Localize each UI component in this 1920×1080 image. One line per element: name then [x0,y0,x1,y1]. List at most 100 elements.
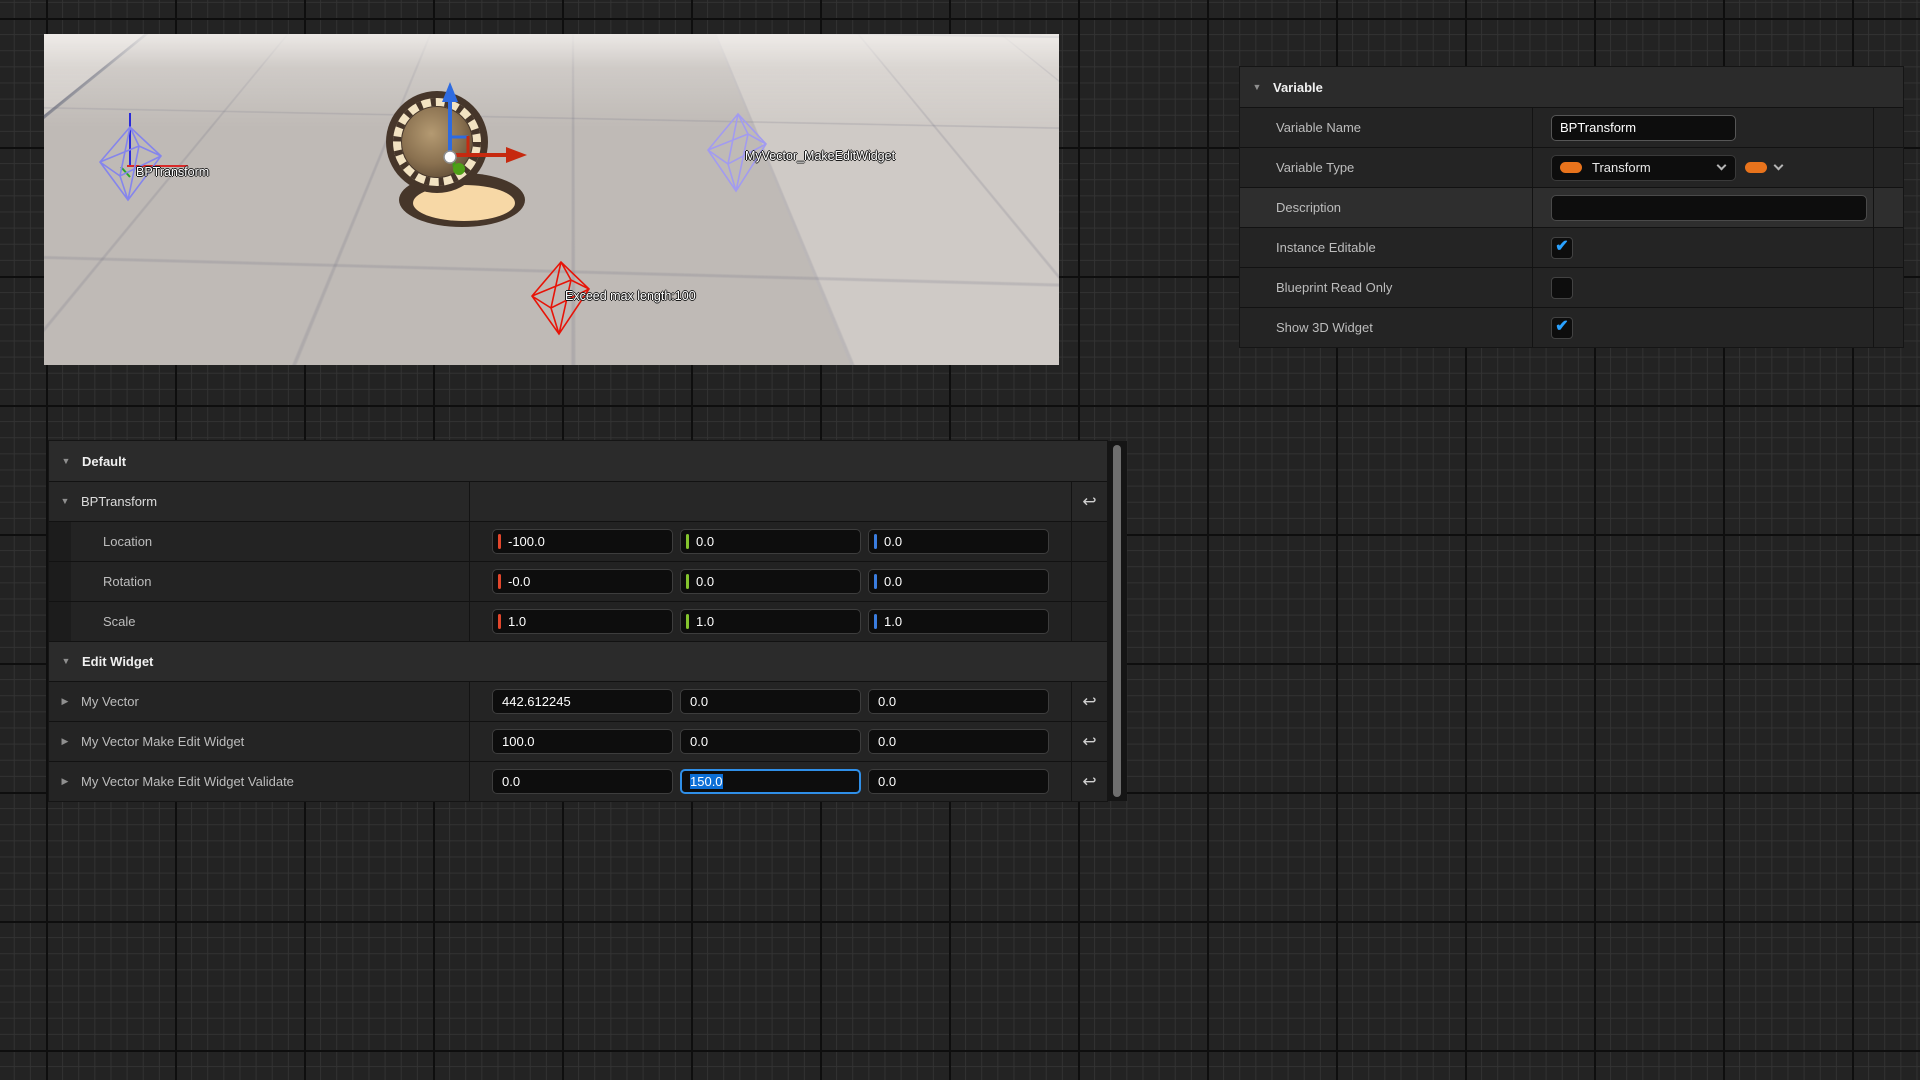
actor-label-bptransform: BPTransform [136,165,209,179]
mvmewv-x-value: 0.0 [502,774,520,789]
variable-name-input[interactable]: BPTransform [1551,115,1736,141]
my-vector-label: My Vector [81,694,139,709]
reset-to-default-button[interactable]: ↩ [1082,493,1096,510]
expander-down-icon: ▼ [1251,83,1263,92]
location-x-field[interactable]: -100.0 [492,529,673,554]
reset-to-default-button[interactable]: ↩ [1082,733,1096,750]
expander-down-icon: ▼ [60,457,72,466]
scale-y-value: 1.0 [696,614,714,629]
row-scale: Scale 1.0 1.0 1.0 [49,601,1107,641]
check-icon: ✔ [1555,319,1568,335]
chevron-down-icon [1774,161,1784,171]
x-axis-bar-icon [498,534,501,549]
x-axis-bar-icon [498,574,501,589]
chevron-down-icon [1717,161,1727,171]
expander-right-icon[interactable]: ▶ [59,737,71,746]
location-y-value: 0.0 [696,534,714,549]
variable-type-label: Variable Type [1276,160,1354,175]
show-3d-widget-label: Show 3D Widget [1276,320,1373,335]
bptransform-row-label: BPTransform [81,494,157,509]
my-vector-make-edit-widget-validate-label: My Vector Make Edit Widget Validate [81,774,294,789]
actor-label-exceed-max-length: Exceed max length:100 [565,289,696,303]
reset-to-default-button[interactable]: ↩ [1082,773,1096,790]
my-vector-x-value: 442.612245 [502,694,571,709]
scale-z-field[interactable]: 1.0 [868,609,1049,634]
my-vector-x-field[interactable]: 442.612245 [492,689,673,714]
row-my-vector-make-edit-widget-validate: ▶ My Vector Make Edit Widget Validate 0.… [49,761,1107,801]
mvmewv-z-value: 0.0 [878,774,896,789]
reset-to-default-button[interactable]: ↩ [1082,693,1096,710]
description-label: Description [1276,200,1341,215]
description-input[interactable] [1551,195,1867,221]
variable-name-value: BPTransform [1560,120,1636,135]
row-description: Description [1240,187,1903,227]
mvmew-y-value: 0.0 [690,734,708,749]
scale-x-field[interactable]: 1.0 [492,609,673,634]
rotation-y-value: 0.0 [696,574,714,589]
mvmewv-z-field[interactable]: 0.0 [868,769,1049,794]
check-icon: ✔ [1555,239,1568,255]
z-axis-bar-icon [874,534,877,549]
my-vector-z-field[interactable]: 0.0 [868,689,1049,714]
scale-z-value: 1.0 [884,614,902,629]
y-axis-bar-icon [686,614,689,629]
expander-right-icon[interactable]: ▶ [59,777,71,786]
variable-name-label: Variable Name [1276,120,1361,135]
blueprint-3d-viewport[interactable]: BPTransform MyVector_MakeEditWidget [44,34,1059,365]
z-axis-bar-icon [874,574,877,589]
variable-section-title: Variable [1273,80,1323,95]
blueprint-read-only-checkbox[interactable] [1551,277,1573,299]
location-x-value: -100.0 [508,534,545,549]
show-3d-widget-checkbox[interactable]: ✔ [1551,317,1573,339]
scale-y-field[interactable]: 1.0 [680,609,861,634]
actor-sphere-billboard[interactable] [384,70,554,230]
expander-down-icon[interactable]: ▼ [59,497,71,506]
transform-type-pill-icon [1560,162,1582,173]
my-vector-y-field[interactable]: 0.0 [680,689,861,714]
row-bptransform: ▼ BPTransform ↩ [49,481,1107,521]
edit-widget-section-title: Edit Widget [82,654,153,669]
rotation-y-field[interactable]: 0.0 [680,569,861,594]
y-axis-bar-icon [686,534,689,549]
location-label: Location [103,534,152,549]
row-blueprint-read-only: Blueprint Read Only [1240,267,1903,307]
default-section-title: Default [82,454,126,469]
scale-x-value: 1.0 [508,614,526,629]
mvmew-y-field[interactable]: 0.0 [680,729,861,754]
mvmew-z-value: 0.0 [878,734,896,749]
location-y-field[interactable]: 0.0 [680,529,861,554]
instance-editable-checkbox[interactable]: ✔ [1551,237,1573,259]
my-vector-z-value: 0.0 [878,694,896,709]
container-type-pill-icon [1745,162,1767,173]
blueprint-read-only-label: Blueprint Read Only [1276,280,1392,295]
y-axis-bar-icon [686,574,689,589]
mvmew-x-field[interactable]: 100.0 [492,729,673,754]
rotation-z-field[interactable]: 0.0 [868,569,1049,594]
z-axis-bar-icon [874,614,877,629]
mvmew-z-field[interactable]: 0.0 [868,729,1049,754]
variable-type-dropdown[interactable]: Transform [1551,155,1736,181]
mvmewv-y-value-selected: 150.0 [690,774,723,789]
variable-details-panel: ▼ Variable Variable Name BPTransform Var… [1240,67,1903,347]
scale-label: Scale [103,614,136,629]
mvmewv-y-field-focused[interactable]: 150.0 [680,769,861,794]
edit-widget-section-header[interactable]: ▼ Edit Widget [49,641,1107,681]
variable-section-header[interactable]: ▼ Variable [1240,67,1903,107]
container-type-dropdown[interactable] [1745,162,1782,173]
bptransform-widget-wireframe[interactable] [80,110,192,206]
row-instance-editable: Instance Editable ✔ [1240,227,1903,267]
details-scrollbar-track[interactable] [1107,441,1127,801]
expander-right-icon[interactable]: ▶ [59,697,71,706]
default-section-header[interactable]: ▼ Default [49,441,1107,481]
row-variable-name: Variable Name BPTransform [1240,107,1903,147]
details-scrollbar-thumb[interactable] [1113,445,1121,797]
defaults-details-panel: ▼ Default ▼ BPTransform ↩ Location -100.… [49,441,1107,801]
row-rotation: Rotation -0.0 0.0 0.0 [49,561,1107,601]
rotation-z-value: 0.0 [884,574,902,589]
rotation-x-field[interactable]: -0.0 [492,569,673,594]
row-my-vector-make-edit-widget: ▶ My Vector Make Edit Widget 100.0 0.0 0… [49,721,1107,761]
row-location: Location -100.0 0.0 0.0 [49,521,1107,561]
location-z-value: 0.0 [884,534,902,549]
location-z-field[interactable]: 0.0 [868,529,1049,554]
mvmewv-x-field[interactable]: 0.0 [492,769,673,794]
